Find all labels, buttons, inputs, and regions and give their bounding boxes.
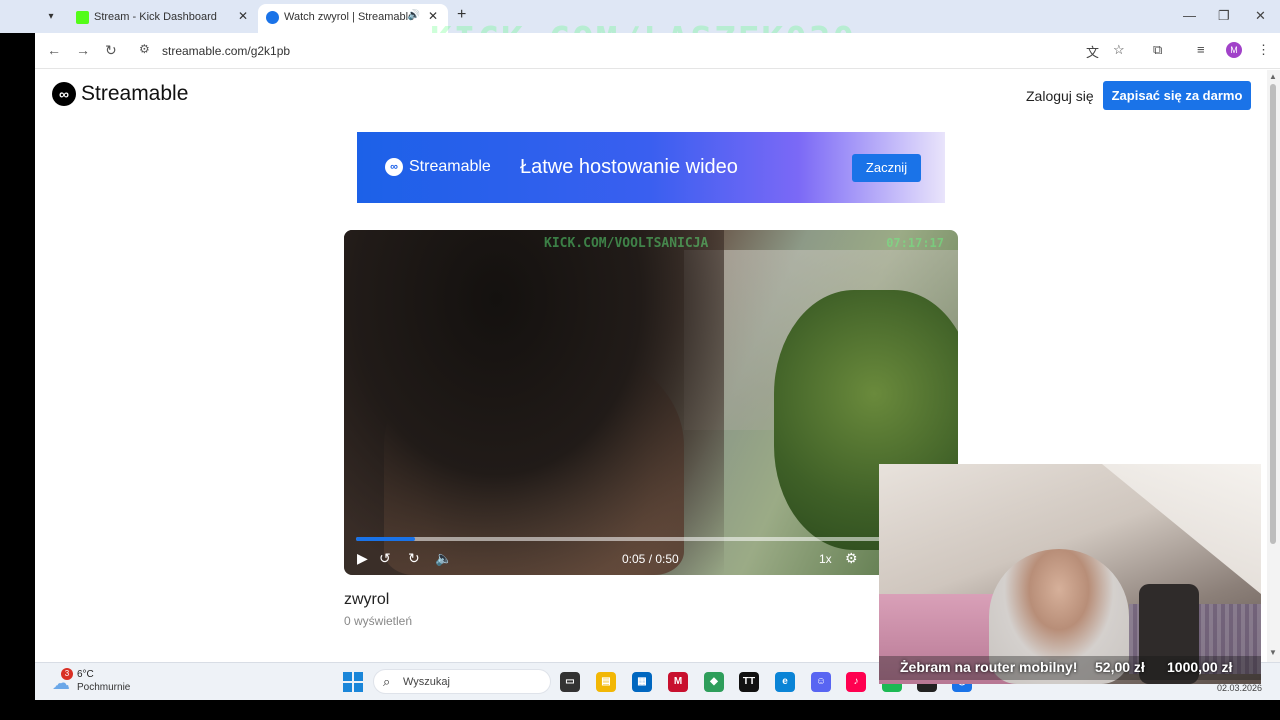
streamable-icon xyxy=(266,11,279,24)
address-bar[interactable]: streamable.com/g2k1pb xyxy=(162,44,290,58)
video-timecode: 0:05 / 0:50 xyxy=(622,552,679,566)
site-info-icon[interactable]: ⚙ xyxy=(139,42,150,56)
scroll-up-icon[interactable]: ▲ xyxy=(1269,72,1277,81)
weather-temperature: 6°C xyxy=(77,669,94,680)
app-icon[interactable]: ◆ xyxy=(704,672,724,692)
streamable-icon: ∞ xyxy=(385,158,403,176)
donation-current-amount: 52,00 zł xyxy=(1095,659,1145,675)
login-link[interactable]: Zaloguj się xyxy=(1026,88,1094,104)
donation-goal-amount: 1000,00 zł xyxy=(1167,659,1233,675)
start-logo-tile xyxy=(354,683,363,692)
rewind-icon[interactable]: ↺ xyxy=(379,550,391,567)
taskbar-search[interactable]: ⌕ Wyszukaj xyxy=(373,669,551,694)
tab-title: Stream - Kick Dashboard xyxy=(94,11,217,23)
logo-text: Streamable xyxy=(81,82,189,105)
progress-fill xyxy=(356,537,415,541)
media-controls-icon[interactable]: ≡ xyxy=(1197,42,1205,57)
extensions-icon[interactable]: ⧉ xyxy=(1153,42,1162,58)
search-placeholder: Wyszukaj xyxy=(403,676,450,688)
banner-headline: Łatwe hostowanie wideo xyxy=(520,156,738,178)
weather-badge: 3 xyxy=(61,668,73,680)
start-logo-tile xyxy=(343,683,352,692)
video-watermark: KICK.COM/VOOLTSANICJA xyxy=(544,236,709,251)
window-close-button[interactable]: ✕ xyxy=(1255,8,1266,24)
tab-search-button[interactable]: ▾ xyxy=(42,8,60,26)
weather-description: Pochmurnie xyxy=(77,682,131,693)
video-title: zwyrol xyxy=(344,591,390,608)
signup-button[interactable]: Zapisać się za darmo xyxy=(1103,81,1251,110)
menu-icon[interactable]: ⋮ xyxy=(1257,42,1270,58)
taskbar-date: 02.03.2026 xyxy=(1217,683,1263,693)
donation-goal-message: Żebram na router mobilny! xyxy=(900,659,1078,675)
speaker-icon[interactable]: 🔊 xyxy=(408,10,420,21)
start-button[interactable] xyxy=(343,672,363,692)
back-icon[interactable]: ← xyxy=(47,42,61,58)
banner-cta-button[interactable]: Zacznij xyxy=(852,154,921,182)
volume-icon[interactable]: 🔈 xyxy=(435,550,452,567)
discord-icon[interactable]: ☺ xyxy=(811,672,831,692)
banner-logo: ∞ Streamable xyxy=(385,158,491,176)
minimize-button[interactable]: — xyxy=(1183,8,1196,23)
video-corner-time: 07:17:17 xyxy=(886,236,944,250)
screen: ▾ Stream - Kick Dashboard ✕ Watch zwyrol… xyxy=(0,0,1280,720)
tab-kick-dashboard[interactable]: Stream - Kick Dashboard ✕ xyxy=(68,4,258,33)
tab-streamable[interactable]: Watch zwyrol | Streamable 🔊 ✕ xyxy=(258,4,448,33)
kick-icon xyxy=(76,11,89,24)
forward-icon[interactable]: → xyxy=(76,42,90,58)
video-views: 0 wyświetleń xyxy=(344,614,413,628)
speed-button[interactable]: 1x xyxy=(819,552,832,566)
streamable-logo[interactable]: ∞ Streamable xyxy=(52,82,188,106)
restore-button[interactable]: ❐ xyxy=(1218,8,1230,24)
reload-icon[interactable]: ↻ xyxy=(105,42,117,59)
settings-gear-icon[interactable]: ⚙ xyxy=(845,550,858,567)
task-view-icon[interactable]: ▭ xyxy=(560,672,580,692)
tiktok-live-icon[interactable]: TT xyxy=(739,672,759,692)
play-icon[interactable]: ▶ xyxy=(357,550,368,567)
search-icon: ⌕ xyxy=(383,674,391,689)
start-logo-tile xyxy=(354,672,363,681)
progress-bar[interactable] xyxy=(356,537,946,541)
close-icon[interactable]: ✕ xyxy=(238,9,248,23)
start-logo-tile xyxy=(343,672,352,681)
scrollbar-thumb[interactable] xyxy=(1270,84,1276,544)
bookmark-star-icon[interactable]: ☆ xyxy=(1113,42,1125,58)
video-hair xyxy=(344,230,724,575)
antivirus-icon[interactable]: M xyxy=(668,672,688,692)
video-player[interactable]: KICK.COM/VOOLTSANICJA 07:17:17 ▶ ↺ ↻ 🔈 0… xyxy=(344,230,958,575)
page-scrollbar[interactable]: ▲ ▼ xyxy=(1267,70,1280,662)
logo-mark-icon: ∞ xyxy=(52,82,76,106)
scroll-down-icon[interactable]: ▼ xyxy=(1269,648,1277,657)
tab-bar: ▾ Stream - Kick Dashboard ✕ Watch zwyrol… xyxy=(0,0,1280,61)
translate-icon[interactable]: 文 xyxy=(1086,42,1099,61)
webcam-overlay xyxy=(879,464,1261,684)
tiktok-icon[interactable]: ♪ xyxy=(846,672,866,692)
file-explorer-icon[interactable]: ▤ xyxy=(596,672,616,692)
donation-goal-bar: Żebram na router mobilny! 52,00 zł 1000,… xyxy=(879,656,1261,680)
profile-avatar[interactable]: M xyxy=(1226,42,1242,58)
forward-skip-icon[interactable]: ↻ xyxy=(408,550,420,567)
edge-icon[interactable]: e xyxy=(775,672,795,692)
banner-logo-text: Streamable xyxy=(409,158,491,175)
store-icon[interactable]: ▦ xyxy=(632,672,652,692)
promo-banner[interactable]: ∞ Streamable Łatwe hostowanie wideo Zacz… xyxy=(357,132,945,203)
tab-title: Watch zwyrol | Streamable xyxy=(284,11,414,23)
browser-toolbar: ← → ↻ ⚙ streamable.com/g2k1pb 文 ☆ ⧉ ≡ M … xyxy=(35,33,1280,69)
